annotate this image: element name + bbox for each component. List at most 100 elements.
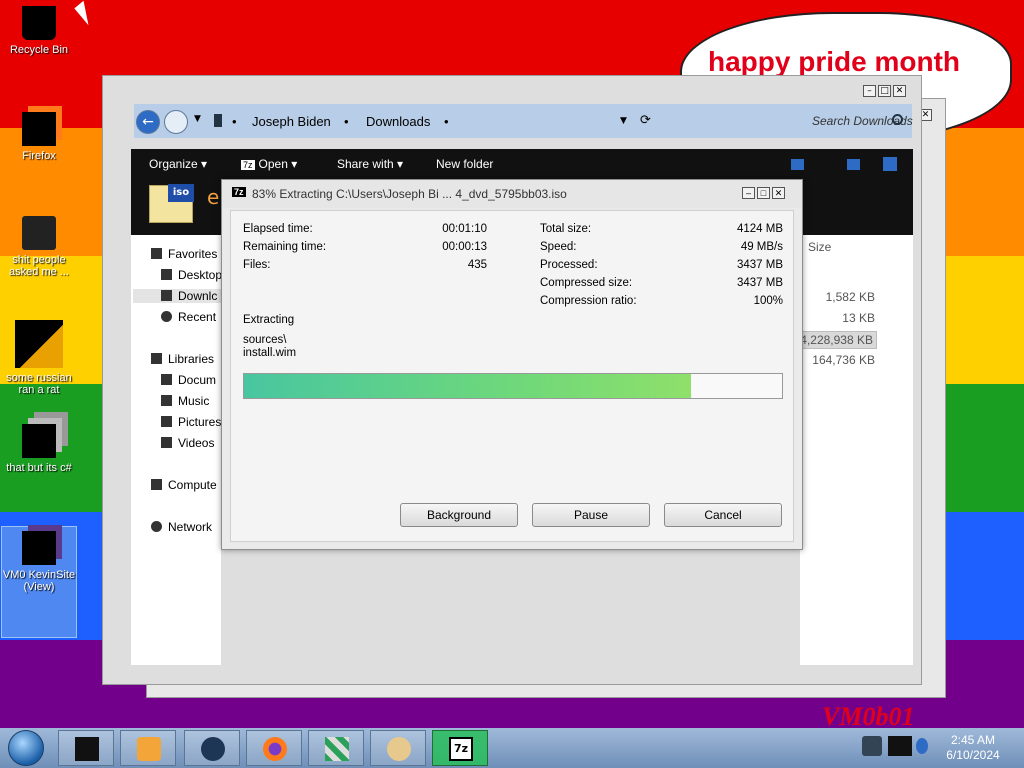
- ie-icon: [15, 320, 63, 368]
- speed-value: 49 MB/s: [740, 241, 783, 253]
- folder-header-text: e: [207, 185, 220, 209]
- processed-label: Processed:: [540, 259, 598, 271]
- compressed-size-label: Compressed size:: [540, 277, 633, 289]
- history-dropdown-icon[interactable]: ▼: [620, 116, 627, 126]
- search-input[interactable]: Search Downloads: [802, 110, 1024, 132]
- minimize-icon[interactable]: –: [863, 85, 876, 97]
- pause-button[interactable]: Pause: [532, 503, 650, 527]
- blocks-icon: [325, 737, 349, 761]
- window-icon: [75, 737, 99, 761]
- 7zip-icon: 7z: [449, 737, 473, 761]
- desktop-icon-firefox[interactable]: Firefox: [0, 112, 78, 162]
- current-path: sources\: [243, 334, 287, 346]
- dialog-title-bar[interactable]: 7z 83% Extracting C:\Users\Joseph Bi ...…: [222, 180, 802, 208]
- close-icon[interactable]: ✕: [772, 187, 785, 199]
- nav-network[interactable]: Network: [151, 520, 212, 534]
- dialog-title: 83% Extracting C:\Users\Joseph Bi ... 4_…: [252, 187, 567, 201]
- folder-location-icon: [214, 114, 222, 127]
- maximize-icon[interactable]: □: [878, 85, 891, 97]
- nav-computer[interactable]: Compute: [151, 478, 217, 492]
- start-orb-icon[interactable]: [8, 730, 44, 766]
- total-size-label: Total size:: [540, 223, 592, 235]
- pictures-icon: [161, 416, 172, 427]
- tray-monitor-icon[interactable]: [888, 736, 912, 756]
- background-button[interactable]: Background: [400, 503, 518, 527]
- taskbar-app-7zip[interactable]: 7z: [432, 730, 488, 766]
- nav-downloads[interactable]: Downlc: [133, 289, 221, 303]
- compression-ratio-label: Compression ratio:: [540, 295, 637, 307]
- desktop-icon-label: shit people asked me ...: [9, 254, 69, 278]
- taskbar-app-media-player[interactable]: [120, 730, 176, 766]
- taskbar-clock[interactable]: 2:45 AM 6/10/2024: [930, 733, 1016, 763]
- recent-places-icon: [161, 311, 172, 322]
- chevron-down-icon[interactable]: ▼: [194, 114, 201, 124]
- help-icon[interactable]: [883, 157, 897, 171]
- size-column-header[interactable]: Size: [808, 240, 831, 254]
- desktop-icon-label: some russian ran a rat: [6, 372, 72, 396]
- firefox-icon: [22, 112, 56, 146]
- back-button[interactable]: ←: [136, 110, 160, 134]
- forward-button[interactable]: [164, 110, 188, 134]
- share-with-menu[interactable]: Share with ▾: [337, 157, 403, 171]
- breadcrumb-downloads[interactable]: Downloads: [366, 114, 430, 129]
- current-file: install.wim: [243, 347, 297, 359]
- desktop-icon-label: Recycle Bin: [9, 44, 69, 56]
- nav-recent[interactable]: Recent: [161, 310, 216, 324]
- desktop-icon-label: VM0 KevinSite (View): [2, 569, 76, 593]
- maximize-icon[interactable]: □: [757, 187, 770, 199]
- computer-icon: [151, 479, 162, 490]
- extraction-progress-bar: [243, 373, 783, 399]
- taskbar-app-blocks[interactable]: [308, 730, 364, 766]
- navigation-pane: Favorites Desktop Downlc Recent Librarie…: [131, 235, 222, 665]
- open-menu[interactable]: 7z Open ▾: [241, 157, 297, 171]
- nav-pictures[interactable]: Pictures: [161, 415, 221, 429]
- taskbar: 7z 2:45 AM 6/10/2024: [0, 728, 1024, 768]
- minimize-icon[interactable]: –: [742, 187, 755, 199]
- taskbar-app-firefox[interactable]: [246, 730, 302, 766]
- extraction-dialog[interactable]: 7z 83% Extracting C:\Users\Joseph Bi ...…: [221, 179, 803, 550]
- cancel-button[interactable]: Cancel: [664, 503, 782, 527]
- window-controls: – □ ✕: [863, 85, 906, 97]
- remaining-time-value: 00:00:13: [442, 241, 487, 253]
- tray-volume-icon[interactable]: [916, 738, 928, 754]
- recycle-bin-icon: [22, 6, 56, 40]
- compressed-size-value: 3437 MB: [736, 277, 783, 289]
- view-options-icon[interactable]: [791, 159, 804, 170]
- tray-network-icon[interactable]: [862, 736, 882, 756]
- desktop-icon-recycle-bin[interactable]: Recycle Bin: [0, 6, 78, 56]
- refresh-icon[interactable]: ⟳: [640, 113, 651, 128]
- clock-date: 6/10/2024: [946, 748, 1000, 762]
- nav-documents[interactable]: Docum: [161, 373, 216, 387]
- desktop-icon-ie[interactable]: some russian ran a rat: [0, 320, 78, 396]
- desktop-icon-csharp[interactable]: that but its c#: [0, 424, 78, 474]
- 7zip-icon: 7z: [241, 160, 255, 170]
- files-value: 435: [467, 259, 487, 271]
- organize-menu[interactable]: Organize ▾: [149, 157, 207, 171]
- nav-desktop[interactable]: Desktop: [161, 268, 222, 282]
- star-icon: [151, 248, 162, 259]
- processed-value: 3437 MB: [736, 259, 783, 271]
- taskbar-app-window[interactable]: [58, 730, 114, 766]
- downloads-icon: [161, 290, 172, 301]
- preview-pane-icon[interactable]: [847, 159, 860, 170]
- dialog-body: Elapsed time: 00:01:10 Remaining time: 0…: [230, 210, 794, 542]
- search-icon[interactable]: [892, 114, 903, 125]
- taskbar-app-globe[interactable]: [184, 730, 240, 766]
- window-controls: – □ ✕: [742, 187, 785, 199]
- file-size: 13 KB: [842, 311, 875, 325]
- new-folder-button[interactable]: New folder: [436, 157, 493, 171]
- file-list-size-column: Size 1,582 KB 13 KB 4,228,938 KB 164,736…: [796, 235, 913, 665]
- desktop-icon-vm0-kevinsite[interactable]: VM0 KevinSite (View): [1, 526, 77, 638]
- progress-fill: [244, 374, 691, 398]
- nav-libraries[interactable]: Libraries: [151, 352, 214, 366]
- nav-videos[interactable]: Videos: [161, 436, 214, 450]
- breadcrumb-user[interactable]: Joseph Biden: [252, 114, 331, 129]
- files-label: Files:: [243, 259, 271, 271]
- nav-favorites[interactable]: Favorites: [151, 247, 217, 261]
- close-icon[interactable]: ✕: [893, 85, 906, 97]
- taskbar-app-paint[interactable]: [370, 730, 426, 766]
- nav-music[interactable]: Music: [161, 394, 209, 408]
- breadcrumb-separator: •: [444, 114, 449, 129]
- desktop-icon-file[interactable]: shit people asked me ...: [0, 216, 78, 278]
- file-size: 1,582 KB: [825, 290, 875, 304]
